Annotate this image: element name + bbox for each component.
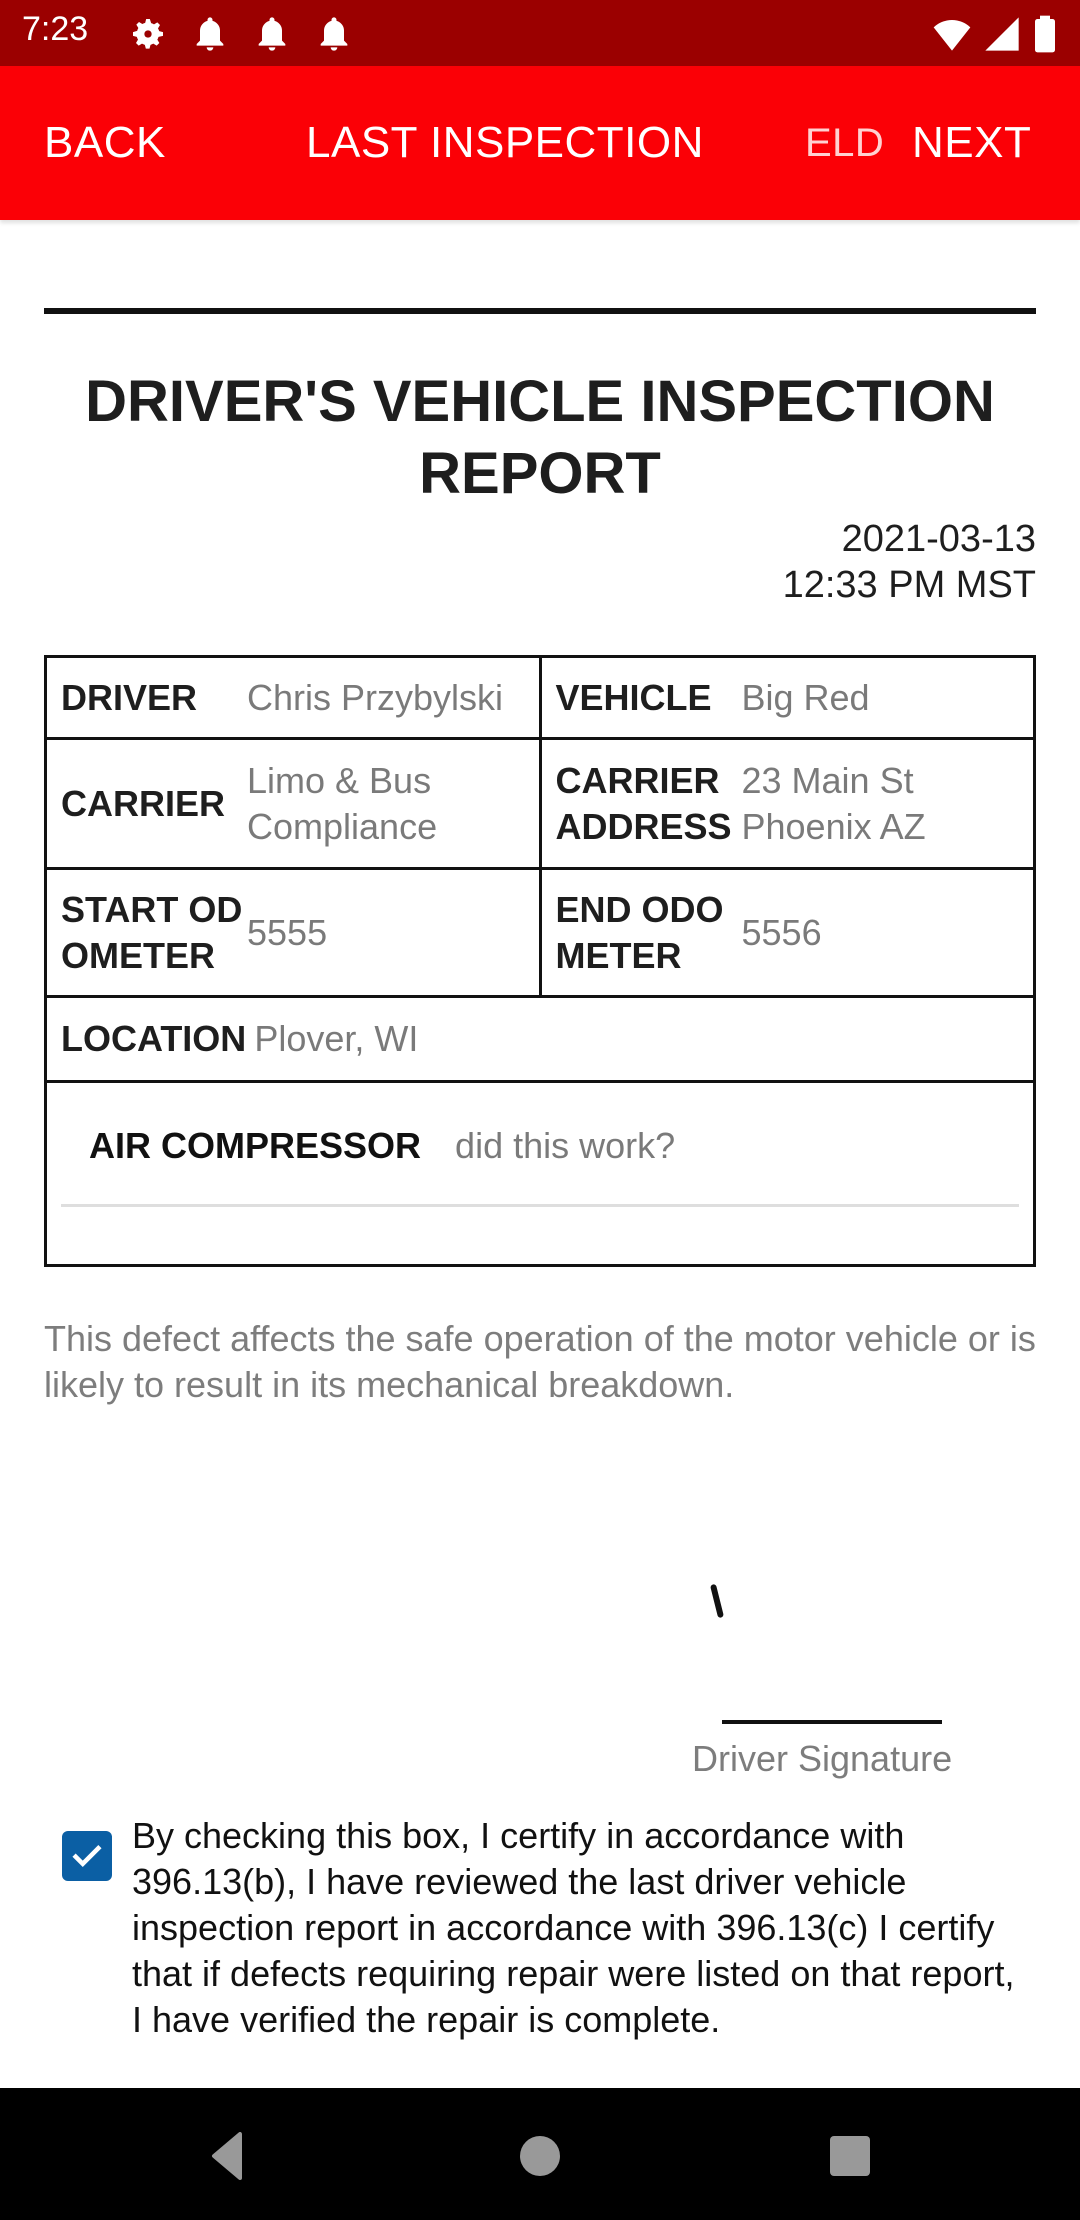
carrier-address-cell: CARRIER ADDRESS 23 Main St Phoenix AZ (538, 740, 1034, 867)
location-cell: LOCATION Plover, WI (47, 998, 1033, 1080)
defect-statement: This defect affects the safe operation o… (44, 1318, 1036, 1405)
driver-cell: DRIVER Chris Przybylski (47, 658, 539, 737)
driver-value: Chris Przybylski (247, 676, 504, 718)
signature-stroke (709, 1583, 725, 1619)
certify-row: By checking this box, I certify in accor… (44, 1813, 1036, 2043)
start-odometer-label: START ODOMETER (61, 888, 243, 976)
vehicle-label: VEHICLE (555, 676, 712, 718)
top-divider (44, 308, 1036, 314)
carrier-label: CARRIER (61, 782, 226, 824)
defect-item[interactable]: AIR COMPRESSOR did this work? (89, 1125, 675, 1167)
next-button[interactable]: NEXT (912, 118, 1031, 168)
report-date: 2021-03-13 (841, 518, 1036, 560)
vehicle-value: Big Red (741, 676, 870, 718)
system-icons (932, 14, 1058, 54)
signature-label: Driver Signature (692, 1738, 953, 1779)
battery-icon (1035, 15, 1055, 53)
table-row: START ODOMETER 5555 END ODOMETER 5556 (47, 870, 1033, 998)
start-odometer-cell: START ODOMETER 5555 (47, 870, 539, 995)
defect-name: AIR COMPRESSOR (89, 1125, 422, 1166)
end-odometer-value: 5556 (741, 911, 822, 953)
eld-button[interactable]: ELD (805, 118, 884, 168)
wifi-icon (933, 20, 971, 51)
gear-icon (133, 19, 163, 49)
nav-recents-icon[interactable] (826, 2132, 874, 2180)
signal-icon (985, 17, 1019, 51)
status-time: 7:23 (22, 10, 89, 48)
nav-home-icon[interactable] (516, 2132, 564, 2180)
back-button[interactable]: BACK (44, 118, 166, 168)
bell-icon (196, 17, 224, 51)
end-odometer-cell: END ODOMETER 5556 (538, 870, 1034, 995)
driver-label: DRIVER (61, 676, 198, 718)
carrier-value: Limo & Bus Compliance (247, 759, 438, 847)
start-odometer-value: 5555 (247, 911, 328, 953)
nav-back-icon[interactable] (204, 2132, 252, 2180)
report-title: DRIVER'S VEHICLE INSPECTION REPORT (85, 369, 995, 506)
certify-checkbox[interactable] (62, 1831, 112, 1881)
bell-icon (320, 17, 348, 51)
report-datetime: 2021-03-13 12:33 PM MST (783, 516, 1036, 608)
carrier-cell: CARRIER Limo & Bus Compliance (47, 740, 539, 867)
location-value: Plover, WI (254, 1018, 419, 1059)
carrier-address-label: CARRIER ADDRESS (555, 759, 732, 847)
table-row: CARRIER Limo & Bus Compliance CARRIER AD… (47, 740, 1033, 870)
table-row: LOCATION Plover, WI (47, 998, 1033, 1080)
info-table: DRIVER Chris Przybylski VEHICLE Big Red … (44, 655, 1036, 1083)
system-nav-bar (0, 2088, 1080, 2220)
table-row: DRIVER Chris Przybylski VEHICLE Big Red (47, 658, 1033, 740)
notification-icons (128, 14, 354, 54)
certify-text: By checking this box, I certify in accor… (132, 1815, 1015, 2040)
bell-icon (258, 17, 286, 51)
signature-pad[interactable]: Driver Signature (604, 1580, 1044, 1840)
app-bar: BACK LAST INSPECTION ELD NEXT (0, 66, 1080, 220)
end-odometer-label: END ODOMETER (555, 888, 724, 976)
carrier-address-value: 23 Main St Phoenix AZ (741, 759, 926, 847)
status-bar: 7:23 (0, 0, 1080, 66)
report-time: 12:33 PM MST (782, 564, 1036, 606)
checkmark-icon (72, 1845, 102, 1867)
page-title: LAST INSPECTION (306, 118, 704, 167)
vehicle-cell: VEHICLE Big Red (538, 658, 1034, 737)
defect-note: did this work? (455, 1125, 676, 1166)
defect-divider (61, 1204, 1019, 1207)
location-label: LOCATION (61, 1018, 247, 1059)
defect-list: AIR COMPRESSOR did this work? (44, 1081, 1036, 1267)
signature-line (722, 1720, 942, 1724)
